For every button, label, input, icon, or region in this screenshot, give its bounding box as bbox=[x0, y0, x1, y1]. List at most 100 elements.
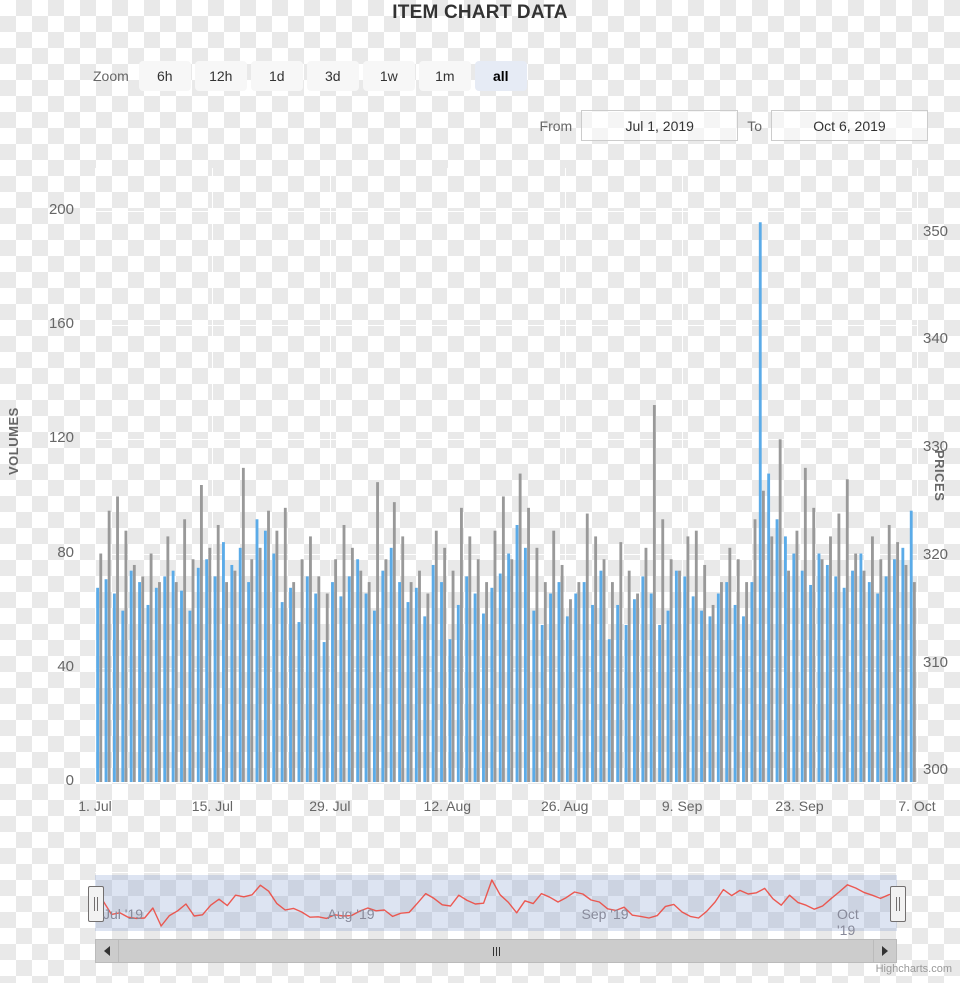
range-button-1w[interactable]: 1w bbox=[362, 61, 415, 91]
volume-bar bbox=[359, 570, 363, 782]
navigator-series-canvas bbox=[95, 879, 897, 927]
volume-bar bbox=[426, 593, 430, 782]
volume-bar bbox=[851, 570, 854, 782]
from-label: From bbox=[539, 117, 573, 134]
volume-bar bbox=[549, 593, 552, 782]
volume-bar bbox=[255, 519, 259, 782]
volume-bar bbox=[725, 582, 729, 782]
range-button-3d[interactable]: 3d bbox=[306, 61, 359, 91]
volume-bar bbox=[132, 564, 136, 782]
volume-bar bbox=[322, 642, 326, 782]
scrollbar-left-arrow-button[interactable] bbox=[95, 939, 119, 963]
volume-bar bbox=[661, 519, 665, 782]
volume-bar bbox=[280, 602, 284, 782]
volume-bar bbox=[414, 587, 418, 782]
volume-bar bbox=[585, 513, 589, 782]
scrollbar[interactable] bbox=[95, 939, 897, 963]
scrollbar-track[interactable] bbox=[119, 939, 873, 963]
y-axis-left-tick-label: 200 bbox=[48, 200, 74, 218]
x-axis-tick-label: 12. Aug bbox=[423, 798, 472, 814]
x-axis-tick-label: 1. Jul bbox=[78, 798, 112, 814]
volume-bar bbox=[501, 496, 505, 782]
range-button-12h[interactable]: 12h bbox=[194, 61, 247, 91]
range-button-all[interactable]: all bbox=[474, 61, 527, 91]
volume-bar bbox=[180, 590, 183, 782]
volume-bar bbox=[465, 576, 469, 782]
volume-bar bbox=[636, 593, 639, 782]
volume-bar bbox=[196, 567, 200, 782]
grip-line-icon bbox=[495, 946, 497, 956]
volume-bar bbox=[409, 582, 413, 782]
plot-area[interactable] bbox=[95, 168, 918, 783]
volume-bar bbox=[683, 576, 687, 782]
to-date-input[interactable]: Oct 6, 2019 bbox=[771, 110, 928, 141]
navigator[interactable]: Jul '19 Aug '19 Sep '19 Oct '19 bbox=[88, 872, 906, 938]
volume-bar bbox=[904, 564, 908, 782]
volume-bar bbox=[222, 542, 225, 782]
range-button-1d[interactable]: 1d bbox=[250, 61, 303, 91]
y-axis-right-title: PRICES bbox=[932, 450, 947, 502]
grip-line-icon bbox=[492, 946, 494, 956]
volume-bar bbox=[871, 536, 874, 782]
volume-bar bbox=[138, 582, 141, 782]
range-button-1m[interactable]: 1m bbox=[418, 61, 471, 91]
volume-bar bbox=[532, 610, 536, 782]
volume-bar bbox=[711, 604, 715, 782]
volume-bar bbox=[787, 570, 790, 782]
volume-bar bbox=[418, 570, 421, 782]
volume-bar bbox=[121, 610, 125, 782]
volume-bar bbox=[384, 559, 388, 782]
volume-bar bbox=[658, 624, 662, 782]
volume-bar bbox=[686, 536, 690, 782]
volume-bar bbox=[476, 559, 480, 782]
grip-line-icon bbox=[94, 897, 95, 911]
volume-bar bbox=[498, 573, 502, 782]
volume-bar bbox=[599, 570, 603, 782]
volume-bar bbox=[896, 542, 900, 782]
volume-bar bbox=[616, 604, 620, 782]
volume-bar bbox=[339, 596, 343, 782]
y-axis-left-tick-label: 0 bbox=[65, 772, 74, 789]
x-axis-tick-label: 7. Oct bbox=[898, 798, 936, 814]
volume-bar bbox=[674, 570, 678, 782]
volume-bar bbox=[820, 559, 824, 782]
volume-bar bbox=[456, 604, 460, 782]
credits-link[interactable]: Highcharts.com bbox=[876, 963, 952, 975]
volume-bar bbox=[736, 559, 740, 782]
navigator-handle-right[interactable] bbox=[890, 886, 906, 922]
volume-bar bbox=[703, 564, 707, 782]
volume-bar bbox=[314, 593, 318, 782]
volume-bar bbox=[527, 507, 530, 782]
volume-bar bbox=[708, 616, 712, 782]
navigator-handle-left[interactable] bbox=[88, 886, 104, 922]
navigator-xlabel-sep: Sep '19 bbox=[581, 906, 629, 922]
volume-bar bbox=[854, 553, 858, 782]
volume-bar bbox=[305, 576, 309, 782]
volume-bar bbox=[507, 553, 511, 782]
volume-bar bbox=[761, 490, 765, 782]
volume-bar bbox=[535, 547, 539, 782]
volume-bar bbox=[272, 553, 276, 782]
scrollbar-thumb[interactable] bbox=[119, 940, 873, 962]
volume-bar bbox=[652, 405, 656, 782]
volume-bar bbox=[216, 524, 220, 782]
volume-bar bbox=[876, 593, 880, 782]
to-label: To bbox=[747, 117, 762, 134]
scrollbar-right-arrow-button[interactable] bbox=[873, 939, 897, 963]
range-button-6h[interactable]: 6h bbox=[138, 61, 191, 91]
volume-bar bbox=[116, 496, 119, 782]
from-date-input[interactable]: Jul 1, 2019 bbox=[581, 110, 739, 141]
navigator-xlabel-oct: Oct '19 bbox=[837, 906, 859, 938]
volume-bar bbox=[146, 604, 150, 782]
y-axis-left-tick-label: 40 bbox=[57, 657, 74, 675]
volume-bar bbox=[515, 524, 519, 782]
series-canvas bbox=[96, 222, 916, 782]
volume-bar bbox=[473, 593, 477, 782]
y-axis-right-tick-label: 300 bbox=[923, 761, 949, 779]
page-title: ITEM CHART DATA bbox=[392, 2, 568, 23]
volume-bar bbox=[401, 536, 405, 782]
volume-bar bbox=[720, 582, 723, 782]
volume-bar bbox=[767, 473, 771, 782]
volume-bar bbox=[317, 576, 321, 782]
triangle-left-icon bbox=[104, 946, 110, 956]
